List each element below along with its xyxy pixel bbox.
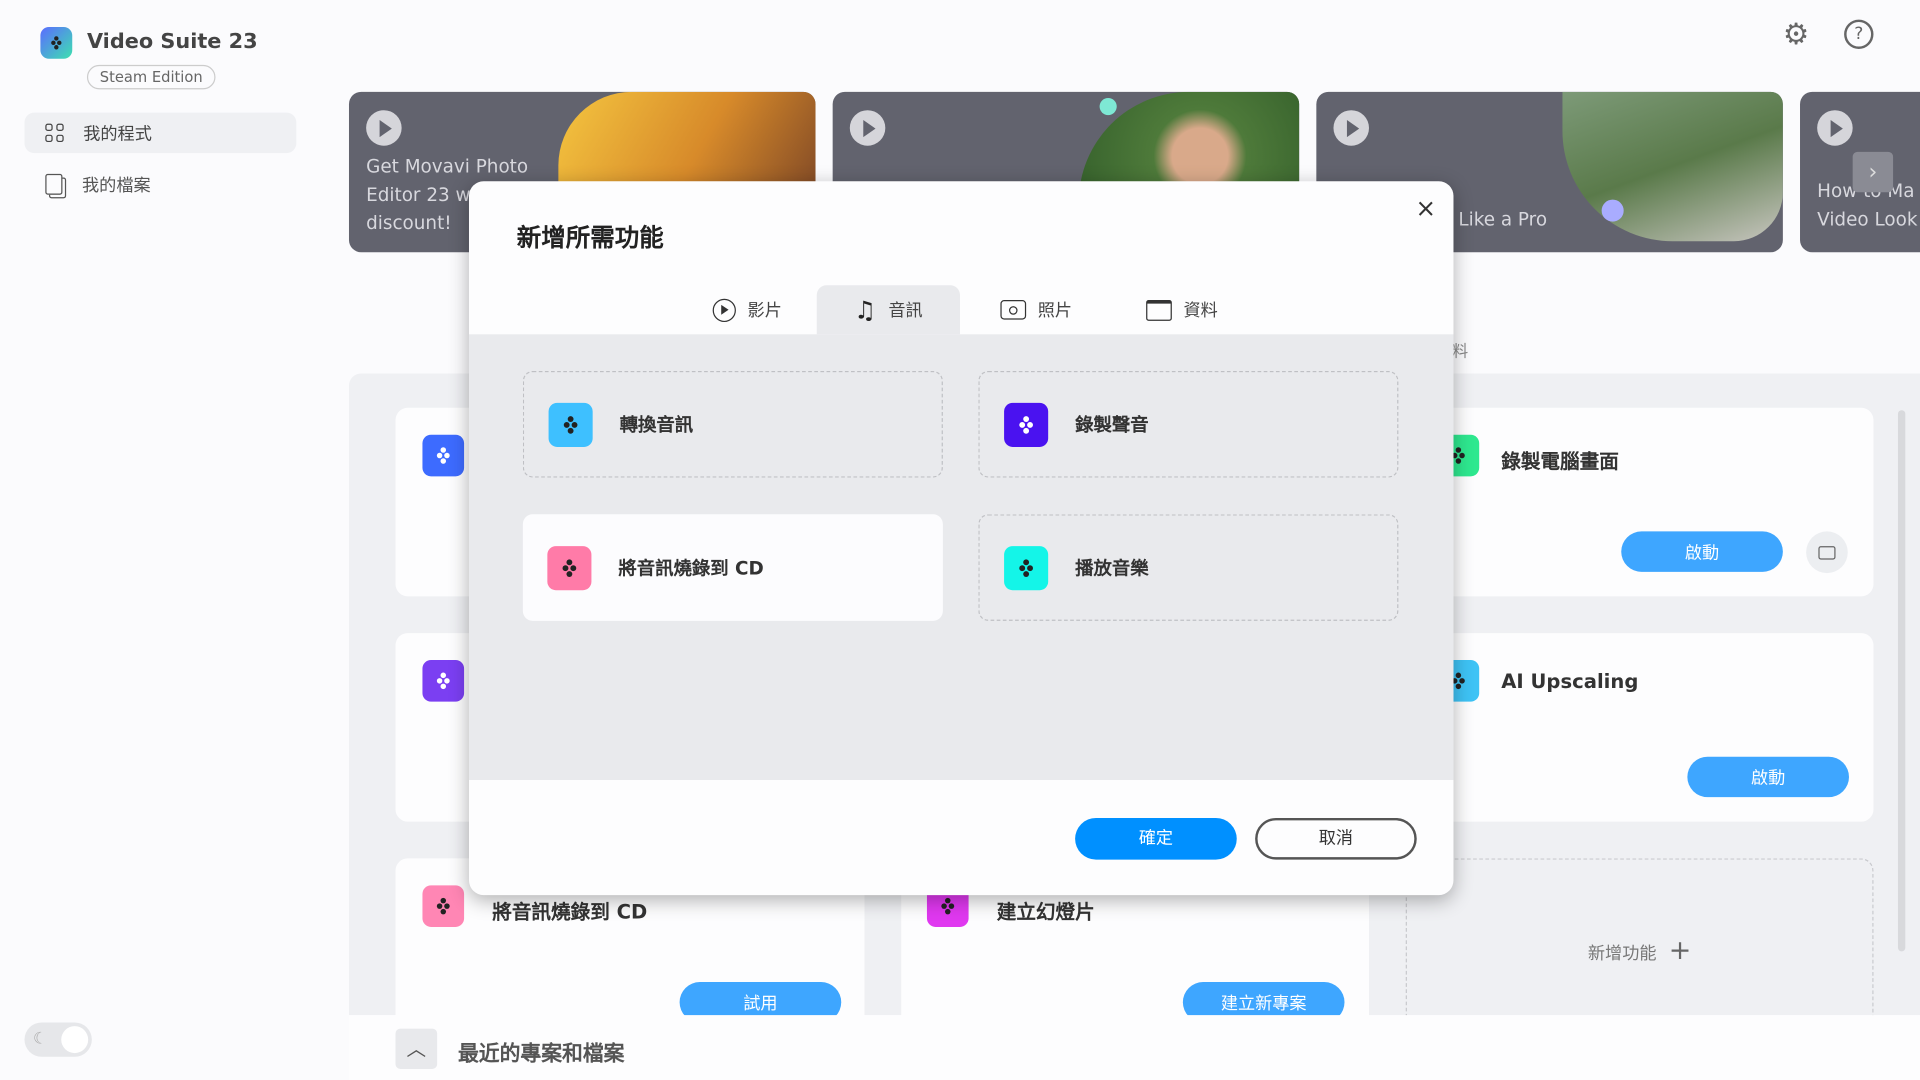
banner-text: Get Movavi Photo — [366, 155, 529, 178]
tab-label: 影片 — [747, 301, 782, 321]
app-logo-icon — [40, 26, 73, 59]
confirm-button[interactable]: 確定 — [1075, 817, 1237, 860]
grid-icon — [45, 123, 64, 143]
program-icon — [548, 402, 593, 447]
help-icon[interactable]: ? — [1844, 19, 1874, 49]
feature-label: 將音訊燒錄到 CD — [618, 557, 764, 580]
app-title: Video Suite 23 — [86, 29, 258, 54]
program-title: 建立幻燈片 — [996, 900, 1095, 924]
moon-icon: ☾ — [33, 1029, 48, 1049]
next-banner-button[interactable]: › — [1852, 151, 1894, 193]
program-icon — [422, 660, 465, 702]
program-title: AI Upscaling — [1501, 669, 1639, 694]
add-feature-dialog: 新增所需功能 × 影片 ♫ 音訊 照片 資料 轉換音訊 錄製聲音 將音訊燒錄到 … — [468, 181, 1454, 896]
banner-text: Like a Pro — [1458, 208, 1548, 231]
camera-icon — [999, 300, 1026, 320]
program-icon — [422, 434, 465, 477]
feature-label: 轉換音訊 — [619, 413, 694, 436]
hidden-tab-fragment: 料 — [1452, 342, 1469, 362]
program-icon — [1004, 545, 1049, 590]
tab-audio[interactable]: ♫ 音訊 — [816, 285, 961, 335]
dialog-title: 新增所需功能 — [516, 222, 664, 253]
play-circle-icon — [712, 298, 736, 322]
banner-text: Video Look — [1817, 208, 1918, 231]
tab-label: 照片 — [1037, 301, 1073, 321]
edition-badge: Steam Edition — [86, 64, 216, 90]
sidebar-item-label: 我的檔案 — [82, 175, 151, 196]
music-note-icon: ♫ — [854, 295, 877, 325]
program-icon — [547, 545, 592, 590]
play-icon[interactable] — [849, 110, 886, 146]
app-window: Video Suite 23 Steam Edition 我的程式 我的檔案 ☾… — [0, 0, 1920, 1080]
feature-item-record-audio[interactable]: 錄製聲音 — [978, 371, 1399, 478]
program-icon — [1004, 402, 1049, 447]
expand-recent-button[interactable]: ︿ — [395, 1028, 438, 1069]
feature-item-play-music[interactable]: 播放音樂 — [978, 514, 1399, 621]
feature-item-convert-audio[interactable]: 轉換音訊 — [522, 371, 943, 478]
feature-item-burn-cd[interactable]: 將音訊燒錄到 CD — [522, 514, 943, 621]
folder-icon — [1145, 299, 1172, 321]
program-title: 將音訊燒錄到 CD — [492, 900, 648, 924]
program-title: 錄製電腦畫面 — [1501, 449, 1619, 473]
dark-mode-toggle[interactable]: ☾ — [24, 1022, 92, 1057]
program-icon — [422, 885, 465, 927]
feature-grid: 轉換音訊 錄製聲音 將音訊燒錄到 CD 播放音樂 — [468, 334, 1454, 781]
program-card-screen-recorder: 錄製電腦畫面 啟動 — [1405, 407, 1874, 597]
launch-button[interactable]: 啟動 — [1687, 756, 1849, 798]
feature-label: 錄製聲音 — [1075, 413, 1149, 436]
files-icon — [45, 173, 63, 195]
scrollbar[interactable] — [1897, 410, 1906, 952]
gear-icon[interactable]: ⚙ — [1783, 20, 1809, 49]
sidebar-item-my-files[interactable]: 我的檔案 — [24, 164, 296, 204]
tab-label: 資料 — [1183, 301, 1218, 321]
program-card-ai-upscaling: AI Upscaling 啟動 — [1405, 633, 1874, 822]
tab-data[interactable]: 資料 — [1134, 285, 1230, 334]
play-icon[interactable] — [1333, 110, 1369, 146]
video-banner-4[interactable]: How to Ma Video Look › — [1800, 91, 1920, 253]
recent-title: 最近的專案和檔案 — [457, 1042, 625, 1067]
cancel-button[interactable]: 取消 — [1255, 817, 1417, 860]
feature-label: 播放音樂 — [1075, 557, 1149, 580]
sidebar-item-label: 我的程式 — [83, 124, 152, 144]
tab-label: 音訊 — [888, 301, 923, 321]
link-icon — [366, 110, 402, 146]
play-icon[interactable] — [1817, 110, 1853, 146]
monitor-icon[interactable] — [1806, 531, 1848, 574]
launch-button[interactable]: 啟動 — [1621, 531, 1783, 572]
tab-video[interactable]: 影片 — [692, 285, 802, 334]
tab-photo[interactable]: 照片 — [986, 285, 1086, 334]
sidebar-item-my-programs[interactable]: 我的程式 — [24, 112, 297, 154]
close-icon[interactable]: × — [1416, 193, 1437, 222]
